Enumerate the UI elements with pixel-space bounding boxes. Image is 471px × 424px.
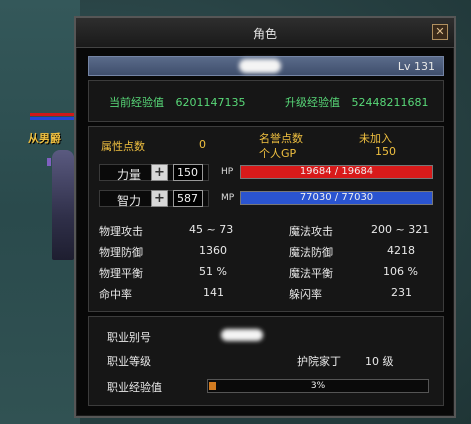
mp-bar-text: 77030 / 77030 — [299, 192, 374, 203]
job-alias-label: 职业别号 — [107, 331, 151, 344]
dodge-rate-value: 231 — [391, 286, 412, 299]
honor-status: 未加入 — [359, 132, 392, 145]
phys-balance-value: 51 % — [199, 265, 227, 278]
character-mp-bar — [30, 117, 74, 120]
character-name-bar: Lv 131 — [88, 56, 444, 76]
next-exp-value: 52448211681 — [351, 96, 429, 109]
hp-bar-text: 19684 / 19684 — [299, 166, 374, 177]
job-exp-bar: 3% — [207, 379, 429, 393]
window-title: 角色 — [252, 27, 277, 41]
mp-label: MP — [221, 193, 235, 203]
character-status-bars — [30, 113, 74, 123]
job-exp-label: 职业经验值 — [107, 381, 162, 394]
redacted-name — [239, 59, 281, 73]
honor-points-label: 名誉点数 — [259, 132, 303, 145]
hp-bar: 19684 / 19684 — [240, 165, 433, 179]
magic-defense-value: 4218 — [387, 244, 415, 257]
add-strength-button[interactable]: + — [151, 164, 168, 181]
intelligence-label: 智力 — [117, 194, 142, 208]
character-sprite[interactable] — [47, 150, 74, 260]
plus-icon: + — [154, 191, 165, 206]
personal-gp-label: 个人GP — [259, 147, 297, 160]
character-weapon — [47, 158, 51, 166]
hp-label: HP — [221, 167, 234, 177]
add-intelligence-button[interactable]: + — [151, 190, 168, 207]
attribute-points-label: 属性点数 — [101, 140, 145, 153]
phys-balance-label: 物理平衡 — [99, 267, 143, 280]
attribute-points-value: 0 — [199, 138, 206, 151]
character-name-label: 从男爵 — [28, 132, 61, 145]
job-title: 护院家丁 — [297, 355, 341, 368]
magic-defense-label: 魔法防御 — [289, 246, 333, 259]
magic-attack-label: 魔法攻击 — [289, 225, 333, 238]
phys-attack-label: 物理攻击 — [99, 225, 143, 238]
stats-panel: 属性点数 0 名誉点数 未加入 个人GP 150 力量 + 150 HP 196… — [88, 126, 444, 312]
job-level-label: 职业等级 — [107, 355, 151, 368]
intelligence-value: 587 — [173, 190, 203, 207]
close-icon: ✕ — [435, 25, 445, 38]
mp-bar: 77030 / 77030 — [240, 191, 433, 205]
current-exp-value: 6201147135 — [175, 96, 246, 109]
magic-balance-label: 魔法平衡 — [289, 267, 333, 280]
dodge-rate-label: 躲闪率 — [289, 288, 322, 301]
job-level-value: 10 级 — [365, 355, 394, 368]
job-exp-text: 3% — [310, 381, 326, 391]
magic-balance-value: 106 % — [383, 265, 418, 278]
current-exp-row: 当前经验值 6201147135 — [109, 94, 246, 110]
character-window: 角色 ✕ Lv 131 当前经验值 6201147135 升级经验值 52448… — [74, 16, 456, 418]
character-hp-bar — [30, 113, 74, 116]
phys-attack-value: 45 ~ 73 — [189, 223, 234, 236]
next-exp-label: 升级经验值 — [285, 96, 340, 109]
strength-label: 力量 — [117, 168, 142, 182]
hit-rate-label: 命中率 — [99, 288, 132, 301]
current-exp-label: 当前经验值 — [109, 96, 164, 109]
magic-attack-value: 200 ~ 321 — [371, 223, 430, 236]
personal-gp-value: 150 — [375, 145, 396, 158]
close-button[interactable]: ✕ — [432, 24, 448, 40]
strength-value: 150 — [173, 164, 203, 181]
window-titlebar[interactable]: 角色 ✕ — [76, 18, 454, 48]
level-label: Lv 131 — [397, 60, 435, 73]
phys-defense-value: 1360 — [199, 244, 227, 257]
job-panel: 职业别号 职业等级 护院家丁 10 级 职业经验值 3% — [88, 316, 444, 406]
plus-icon: + — [154, 165, 165, 180]
hit-rate-value: 141 — [203, 286, 224, 299]
next-exp-row: 升级经验值 52448211681 — [285, 94, 428, 110]
experience-panel: 当前经验值 6201147135 升级经验值 52448211681 — [88, 80, 444, 122]
redacted-job-alias — [221, 329, 263, 341]
phys-defense-label: 物理防御 — [99, 246, 143, 259]
